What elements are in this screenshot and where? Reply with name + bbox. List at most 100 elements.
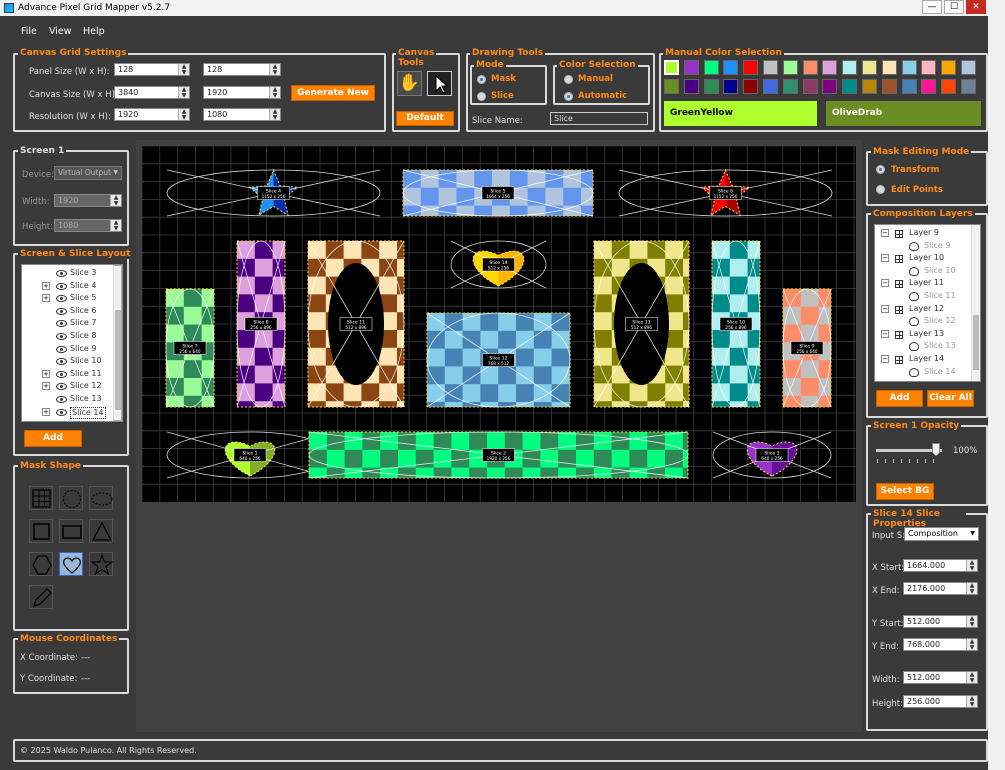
color-swatch[interactable] [802,60,818,75]
canvas-width-input[interactable]: 3840 ▲ ▼ [114,86,190,99]
eye-icon[interactable] [56,270,67,277]
slice-tree-item[interactable]: + Slice 12 [22,380,112,393]
slice-tree-item[interactable]: Slice 13 [22,393,112,406]
slice-tree[interactable]: Slice 3 + Slice 4 + Slice 5 Slice 6 Slice 7 Sli… [21,264,123,422]
color-swatch[interactable] [941,79,957,94]
slice-tree-item[interactable]: Slice 9 [22,343,112,356]
mode-slice-radio[interactable] [477,92,486,101]
eye-icon[interactable] [56,345,67,353]
spin-arrows-icon[interactable]: ▲ ▼ [178,87,189,98]
color-swatch[interactable] [862,60,877,75]
square-shape-icon[interactable] [29,519,53,543]
scroll-thumb[interactable] [973,315,979,370]
color-automatic-radio[interactable] [564,92,573,101]
triangle-shape-icon[interactable] [89,519,113,543]
color-swatch[interactable] [881,79,897,94]
spin-arrows-icon[interactable]: ▲ ▼ [110,195,121,206]
layer-tree-item[interactable]: − Layer 12 [875,303,971,316]
layer-tree-scrollbar[interactable] [971,225,980,381]
color-swatch[interactable] [703,60,719,75]
layer-tree-item[interactable]: − Layer 13 [875,328,971,341]
expand-icon[interactable]: + [42,369,50,378]
x-end-input[interactable]: 2176.000 ▲ ▼ [903,582,978,595]
layer-tree[interactable]: − Layer 9 Slice 9 − Layer 10 Slice 10 − Layer 1… [874,224,981,382]
circle-shape-icon[interactable] [59,486,83,510]
eye-icon[interactable] [56,383,67,391]
y-start-input[interactable]: 512.000 ▲ ▼ [903,615,978,628]
layer-slice-item[interactable]: Slice 10 [875,265,971,278]
minimize-button[interactable]: — [922,0,942,14]
collapse-icon[interactable]: − [881,304,889,313]
screen-height-input[interactable]: 1080 ▲ ▼ [54,219,122,232]
y-end-input[interactable]: 768.000 ▲ ▼ [903,638,978,651]
transform-radio[interactable] [876,165,885,174]
menu-help[interactable]: Help [83,26,105,37]
pencil-shape-icon[interactable] [29,585,53,609]
spin-arrows-icon[interactable]: ▲ ▼ [269,64,280,75]
collapse-icon[interactable]: − [881,229,889,237]
layer-slice-item[interactable]: Slice 12 [875,315,971,328]
eye-icon[interactable] [56,307,67,315]
spin-arrows-icon[interactable]: ▲ ▼ [269,109,280,120]
scroll-thumb[interactable] [115,310,121,410]
color-swatch[interactable] [941,60,957,75]
color-swatch[interactable] [802,79,818,94]
layer-slice-item[interactable]: Slice 11 [875,290,971,303]
layer-slice-item[interactable]: Slice 9 [875,240,971,253]
resolution-height-input[interactable]: 1080 ▲ ▼ [203,108,281,121]
color-swatch[interactable] [842,60,858,75]
color-swatch[interactable] [723,60,739,75]
slice-tree-item[interactable]: + Slice 14 [22,406,112,419]
spin-arrows-icon[interactable]: ▲ ▼ [178,64,189,75]
collapse-icon[interactable]: − [881,279,889,288]
color-swatch[interactable] [743,79,759,94]
slice-tree-item[interactable]: Slice 7 [22,317,112,330]
layer-tree-item[interactable]: − Layer 14 [875,353,971,366]
color-swatch[interactable] [921,79,937,94]
canvas-height-input[interactable]: 1920 ▲ ▼ [203,86,281,99]
layer-tree-item[interactable]: − Layer 9 [875,227,971,240]
color-swatch[interactable] [763,60,778,75]
expand-icon[interactable]: + [42,281,50,290]
color-swatch[interactable] [881,60,897,75]
spin-arrows-icon[interactable]: ▲ ▼ [269,87,280,98]
edit-points-radio[interactable] [876,185,885,194]
color-swatch[interactable] [961,60,976,75]
eye-icon[interactable] [56,320,67,328]
mapping-canvas[interactable]: Slice 1640 x 256 Slice 21920 x 256 Slice 3… [142,146,856,502]
color-swatch[interactable] [683,60,699,75]
eye-icon[interactable] [56,358,67,366]
expand-icon[interactable]: + [42,294,50,303]
pointer-tool-icon[interactable] [427,71,452,96]
spin-arrows-icon[interactable]: ▲ ▼ [966,639,977,650]
hand-tool-icon[interactable]: ✋ [397,71,422,96]
eye-icon[interactable] [56,282,67,290]
primary-color-swatch[interactable]: GreenYellow [664,101,817,126]
slice-tree-item[interactable]: Slice 10 [22,355,112,368]
color-swatch[interactable] [763,79,778,94]
expand-icon[interactable]: + [42,382,50,391]
star-shape-icon[interactable] [89,552,114,576]
generate-new-button[interactable]: Generate New [291,85,375,101]
eye-icon[interactable] [56,295,67,303]
default-button[interactable]: Default [396,111,454,126]
spin-arrows-icon[interactable]: ▲ ▼ [966,672,977,683]
select-bg-button[interactable]: Select BG [876,483,934,500]
layer-slice-item[interactable]: Slice 14 [875,366,971,379]
hexagon-shape-icon[interactable] [29,552,53,576]
color-swatch[interactable] [664,79,679,94]
color-swatch[interactable] [664,60,679,75]
color-swatch[interactable] [862,79,877,94]
slice-tree-item[interactable]: + Slice 11 [22,368,112,381]
mode-mask-radio[interactable] [477,75,486,84]
slice-tree-scrollbar[interactable] [113,265,122,421]
screen-width-input[interactable]: 1920 ▲ ▼ [54,194,122,207]
slice-tree-item[interactable]: + Slice 4 [22,280,112,293]
collapse-icon[interactable]: − [881,355,889,363]
layer-tree-item[interactable]: − Layer 10 [875,252,971,265]
ellipse-shape-icon[interactable] [89,486,113,510]
color-swatch[interactable] [782,60,798,75]
color-swatch[interactable] [961,79,976,94]
slice-tree-item[interactable]: Slice 3 [22,267,112,280]
secondary-color-swatch[interactable]: OliveDrab [826,101,981,126]
